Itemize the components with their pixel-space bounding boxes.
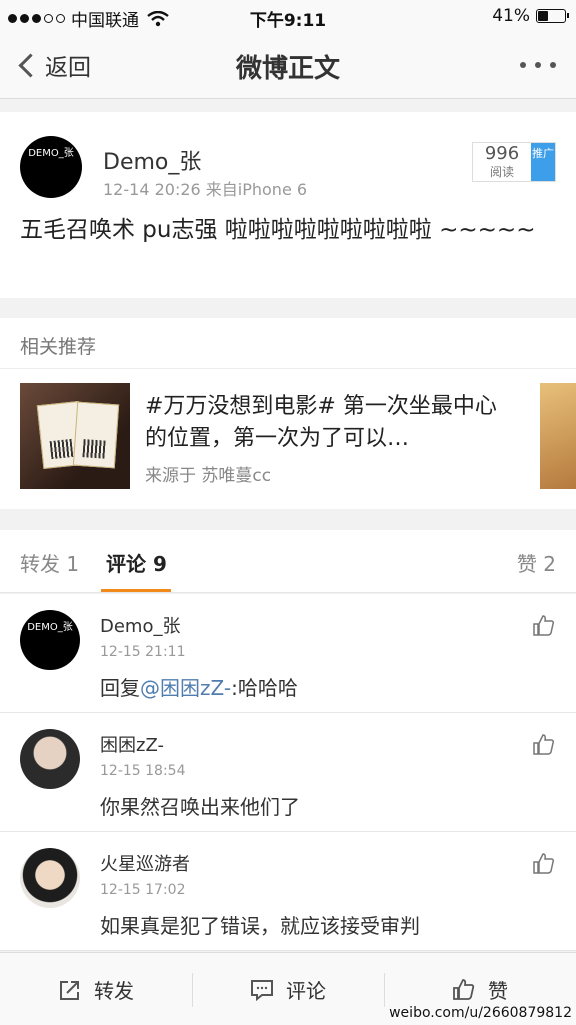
- related-source: 来源于 苏唯蔓cc: [145, 466, 272, 486]
- tab-reposts[interactable]: 转发 1: [20, 548, 79, 577]
- comment-time: 12-15 18:54: [100, 763, 186, 779]
- post-meta: 12-14 20:26 来自iPhone 6: [103, 180, 308, 199]
- reply-prefix: 回复: [100, 676, 140, 700]
- status-bar: 中国联通 下午9:11 41%: [0, 0, 576, 34]
- comment-time: 12-15 17:02: [100, 882, 186, 898]
- battery-percent: 41%: [492, 6, 530, 26]
- commenter-name[interactable]: 困困zZ-: [100, 731, 164, 757]
- watermark: weibo.com/u/2660879812: [389, 1005, 572, 1021]
- author-avatar[interactable]: DEMO_张: [20, 136, 82, 198]
- commenter-name[interactable]: 火星巡游者: [100, 850, 190, 876]
- comment-item: 火星巡游者 12-15 17:02 如果真是犯了错误，就应该接受审判: [0, 832, 576, 951]
- related-thumbnail: [20, 383, 130, 489]
- related-title: #万万没想到电影# 第一次坐最中心的位置，第一次为了可以…: [145, 394, 497, 451]
- repost-label: 转发: [94, 979, 134, 1003]
- thumbs-up-icon[interactable]: [532, 852, 556, 876]
- comment-item: 困困zZ- 12-15 18:54 你果然召唤出来他们了: [0, 713, 576, 832]
- comment-label: 评论: [286, 979, 326, 1003]
- comment-icon: [251, 979, 273, 1001]
- more-options-icon[interactable]: [520, 62, 556, 68]
- related-header: 相关推荐: [0, 318, 576, 369]
- mention-link[interactable]: @困困zZ-: [140, 676, 231, 700]
- commenter-name[interactable]: Demo_张: [100, 612, 180, 638]
- tab-likes[interactable]: 赞 2: [517, 548, 556, 577]
- read-count: 996 阅读: [473, 143, 531, 181]
- thumbs-up-icon: [453, 978, 475, 1000]
- commenter-avatar[interactable]: DEMO_张: [20, 610, 80, 670]
- active-tab-indicator: [101, 589, 171, 592]
- commenter-avatar[interactable]: [20, 848, 80, 908]
- nav-bar: 返回 微博正文: [0, 34, 576, 99]
- like-button[interactable]: 赞: [452, 975, 508, 1004]
- comment-button[interactable]: 评论: [250, 975, 326, 1004]
- read-count-badge: 996 阅读 推广: [472, 142, 556, 182]
- comment-text: 如果真是犯了错误，就应该接受审判: [100, 914, 420, 938]
- like-label: 赞: [488, 979, 508, 1003]
- battery-level-fill: [538, 11, 549, 21]
- thumbs-up-icon[interactable]: [532, 614, 556, 638]
- battery-group: 41%: [492, 6, 569, 26]
- read-count-value: 996: [484, 143, 520, 164]
- share-icon: [60, 980, 79, 1000]
- status-time: 下午9:11: [249, 11, 327, 31]
- comment-time: 12-15 21:11: [100, 644, 186, 660]
- comment-item: DEMO_张 Demo_张 12-15 21:11 回复@困困zZ-:哈哈哈: [0, 594, 576, 713]
- author-name[interactable]: Demo_张: [103, 144, 201, 176]
- comment-text: 回复@困困zZ-:哈哈哈: [100, 672, 298, 701]
- bottom-action-bar: 转发 评论 赞 weibo.com/u/2660879812: [0, 952, 576, 1025]
- comment-text: 你果然召唤出来他们了: [100, 795, 300, 819]
- read-count-label: 阅读: [489, 165, 514, 179]
- weibo-post: DEMO_张 Demo_张 12-14 20:26 来自iPhone 6 996…: [0, 112, 576, 298]
- post-text: 五毛召唤术 pu志强 啦啦啦啦啦啦啦啦啦 ~~~~~: [20, 217, 536, 243]
- related-item[interactable]: #万万没想到电影# 第一次坐最中心的位置，第一次为了可以… 来源于 苏唯蔓cc: [0, 369, 576, 509]
- related-header-label: 相关推荐: [20, 336, 97, 358]
- avatar-text: DEMO_张: [28, 148, 74, 159]
- thumbs-up-icon[interactable]: [532, 733, 556, 757]
- interaction-tabs: 转发 1 评论 9 赞 2: [0, 530, 576, 593]
- page-title: 微博正文: [235, 54, 340, 84]
- commenter-avatar[interactable]: [20, 729, 80, 789]
- avatar-text: DEMO_张: [27, 622, 73, 633]
- reply-text: :哈哈哈: [231, 676, 298, 700]
- repost-button[interactable]: 转发: [58, 975, 134, 1004]
- tab-comments[interactable]: 评论 9: [106, 548, 167, 577]
- next-related-thumbnail[interactable]: [540, 383, 576, 489]
- promote-button[interactable]: 推广: [531, 143, 555, 181]
- battery-icon: [536, 9, 569, 23]
